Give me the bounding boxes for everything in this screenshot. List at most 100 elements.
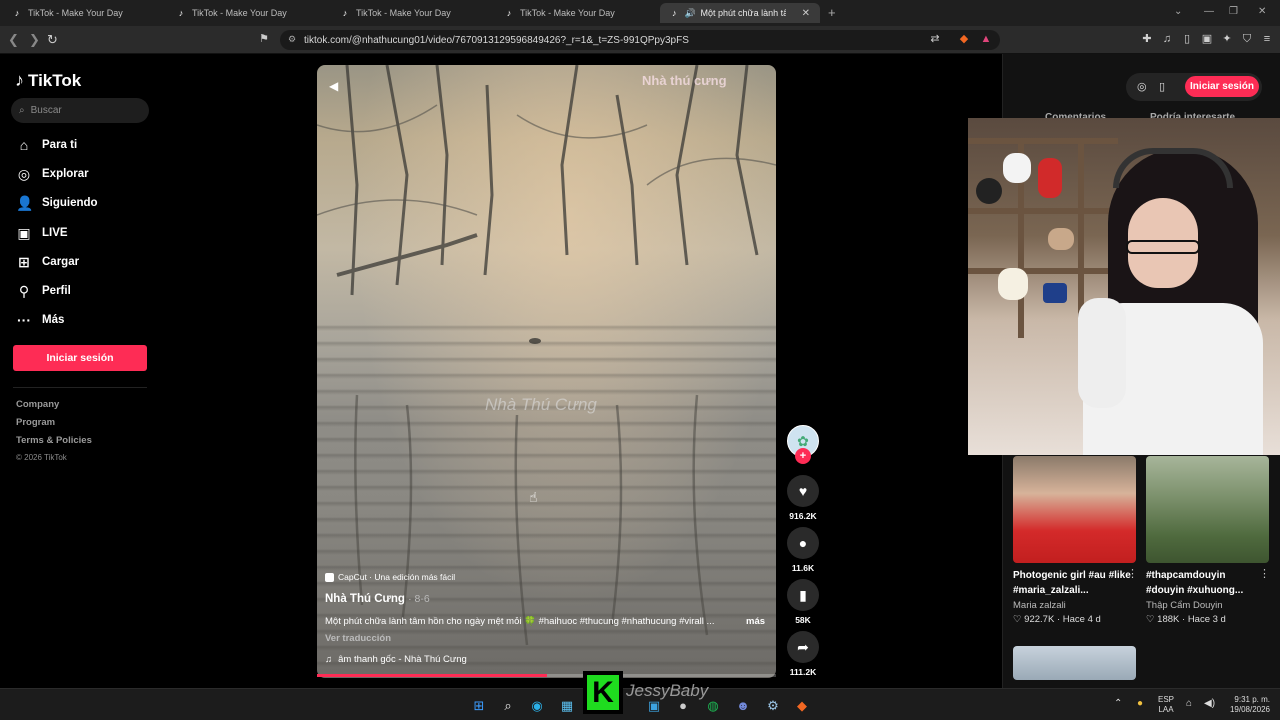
- suggested-video-thumbnail[interactable]: [1146, 456, 1269, 563]
- language-code: ESP: [1158, 695, 1175, 704]
- brave-browser-icon[interactable]: ◆: [793, 697, 811, 715]
- volume-icon[interactable]: ◀: [329, 79, 338, 93]
- browser-tab[interactable]: ♪ TikTok - Make Your Day: [166, 3, 326, 23]
- wallet-icon[interactable]: ▣: [1200, 32, 1214, 46]
- heart-outline-icon: ♡: [1013, 614, 1022, 625]
- bookmark-icon[interactable]: ⚑: [259, 32, 269, 45]
- url-input[interactable]: ⚙ tiktok.com/@nhathucung01/video/7670913…: [280, 30, 1000, 50]
- upload-icon: ⊞: [18, 254, 30, 270]
- suggested-video-author[interactable]: Maria zalzali: [1013, 600, 1066, 611]
- mouse-cursor-icon: ☝: [529, 489, 538, 505]
- nav-upload[interactable]: ⊞ Cargar: [16, 254, 79, 270]
- site-info-icon[interactable]: ⚙: [288, 34, 296, 45]
- like-count: 922.7K: [1024, 614, 1055, 625]
- minimize-window-button[interactable]: —: [1204, 6, 1214, 17]
- video-description: Một phút chữa lành tâm hồn cho ngày mệt …: [325, 616, 715, 627]
- browser-tab[interactable]: ♪ TikTok - Make Your Day: [2, 3, 162, 23]
- tiktok-logo[interactable]: ♪ TikTok: [15, 70, 81, 91]
- author-name[interactable]: Nhà Thú Cưng: [325, 593, 405, 605]
- footer-link-company[interactable]: Company: [16, 399, 59, 410]
- suggested-video-thumbnail[interactable]: [1013, 456, 1136, 563]
- browser-tab-bar: ♪ TikTok - Make Your Day ♪ TikTok - Make…: [0, 0, 1280, 26]
- expand-description-button[interactable]: más: [746, 616, 765, 627]
- coin-icon[interactable]: ◎: [1137, 80, 1147, 93]
- volume-icon[interactable]: ◀): [1204, 699, 1215, 709]
- sound-title: âm thanh gốc - Nhà Thú Cưng: [338, 654, 467, 665]
- like-count: 916.2K: [789, 511, 817, 521]
- copyright: © 2026 TikTok: [16, 453, 67, 462]
- sidebar-icon[interactable]: ▯: [1180, 32, 1194, 46]
- nav-explore[interactable]: ◎ Explorar: [16, 166, 89, 182]
- leo-ai-icon[interactable]: ✦: [1220, 32, 1234, 46]
- reload-button[interactable]: ↻: [47, 32, 58, 48]
- translate-button[interactable]: Ver traducción: [325, 633, 391, 644]
- nav-for-you[interactable]: ⌂ Para ti: [16, 137, 77, 153]
- streamer-logo: K: [583, 671, 623, 714]
- video-author[interactable]: Nhà Thú Cưng · 8-6: [325, 593, 430, 605]
- capcut-badge[interactable]: CapCut · Una edición más fácil: [325, 570, 455, 584]
- video-player[interactable]: ◀ Nhà thú cưng Nhà Thú Cưng: [317, 65, 776, 678]
- discord-icon[interactable]: ☻: [734, 697, 752, 715]
- new-tab-button[interactable]: +: [828, 5, 836, 20]
- close-tab-icon[interactable]: ✕: [802, 8, 810, 19]
- nav-following[interactable]: 👤 Siguiendo: [16, 195, 98, 211]
- following-icon: 👤: [16, 195, 34, 211]
- save-button[interactable]: ▮: [787, 579, 819, 611]
- menu-icon[interactable]: ≡: [1260, 32, 1274, 46]
- extensions-icon[interactable]: ✚: [1140, 32, 1154, 46]
- close-window-button[interactable]: ✕: [1258, 6, 1266, 17]
- brave-shield-icon[interactable]: ◆: [957, 32, 971, 46]
- more-options-icon[interactable]: ⋮: [1259, 567, 1270, 580]
- forward-button[interactable]: ❯: [29, 32, 40, 48]
- language-indicator[interactable]: ESP LAA: [1158, 695, 1174, 715]
- browser-tab[interactable]: ♪ TikTok - Make Your Day: [494, 3, 654, 23]
- search-icon[interactable]: ⌕: [499, 697, 517, 715]
- search-input[interactable]: ⌕ Buscar: [11, 98, 149, 123]
- maximize-window-button[interactable]: ❐: [1229, 6, 1238, 17]
- mobile-icon[interactable]: ▯: [1159, 80, 1165, 93]
- tray-overflow-icon[interactable]: ⌃: [1114, 699, 1122, 709]
- like-button[interactable]: ♥: [787, 475, 819, 507]
- save-count: 58K: [795, 615, 811, 625]
- vpn-icon[interactable]: ⛉: [1240, 32, 1254, 46]
- streamer-name: JessyBaby: [626, 681, 709, 700]
- suggested-video-author[interactable]: Thập Cẩm Douyin: [1146, 600, 1223, 611]
- more-options-icon[interactable]: ⋮: [1127, 567, 1138, 580]
- nav-label: Para ti: [42, 139, 78, 151]
- brave-rewards-icon[interactable]: ▲: [979, 32, 993, 46]
- back-button[interactable]: ❮: [8, 32, 19, 48]
- search-placeholder: Buscar: [30, 105, 62, 116]
- browser-tab-active[interactable]: ♪ 🔊 Một phút chữa lành tâm hồn ✕: [660, 3, 820, 23]
- sound-link[interactable]: ♫ âm thanh gốc - Nhà Thú Cưng: [325, 654, 467, 665]
- suggested-video-title[interactable]: #thapcamdouyin #douyin #xuhuong...: [1146, 568, 1264, 598]
- divider: [13, 387, 147, 388]
- clock-date: 19/08/2026: [1229, 705, 1270, 714]
- nav-profile[interactable]: ⚲ Perfil: [16, 283, 71, 299]
- microphone-icon[interactable]: ●: [1137, 699, 1143, 709]
- suggested-video-title[interactable]: Photogenic girl #au #like #maria_zalzali…: [1013, 568, 1131, 598]
- start-menu-icon[interactable]: ⊞: [470, 697, 488, 715]
- share-button[interactable]: ➦: [787, 631, 819, 663]
- media-controls-icon[interactable]: ♫: [1160, 32, 1174, 46]
- video-progress-bar[interactable]: [317, 674, 776, 677]
- store-icon[interactable]: ▦: [558, 697, 576, 715]
- login-button-top[interactable]: Iniciar sesión: [1185, 76, 1259, 97]
- tab-search-icon[interactable]: ⌄: [1174, 6, 1182, 17]
- browser-tab[interactable]: ♪ TikTok - Make Your Day: [330, 3, 490, 23]
- edge-icon[interactable]: ◉: [528, 697, 546, 715]
- translate-icon[interactable]: ⇄: [928, 32, 942, 46]
- tab-title: TikTok - Make Your Day: [520, 8, 615, 18]
- clock[interactable]: 9:31 p. m. 19/08/2026: [1224, 695, 1270, 715]
- nav-more[interactable]: ··· Más: [16, 312, 64, 328]
- network-icon[interactable]: ⌂: [1186, 699, 1192, 709]
- comment-button[interactable]: ●: [787, 527, 819, 559]
- nav-live[interactable]: ▣ LIVE: [16, 225, 67, 241]
- suggested-video-thumbnail[interactable]: [1013, 646, 1136, 680]
- steam-icon[interactable]: ⚙: [764, 697, 782, 715]
- more-icon: ···: [17, 312, 31, 328]
- footer-link-program[interactable]: Program: [16, 417, 55, 428]
- follow-button[interactable]: +: [795, 448, 811, 464]
- footer-link-terms[interactable]: Terms & Policies: [16, 435, 92, 446]
- login-button[interactable]: Iniciar sesión: [13, 345, 147, 371]
- nav-label: Perfil: [42, 285, 71, 297]
